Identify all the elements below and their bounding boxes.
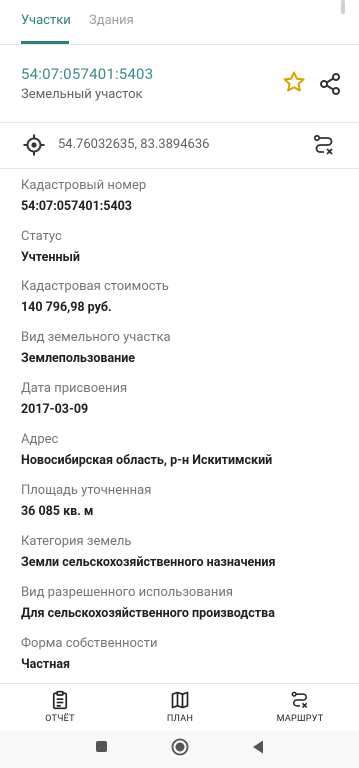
field-label: Статус [21,229,62,244]
route-label: МАРШРУТ [276,714,324,724]
route-nav-button[interactable]: МАРШРУТ [255,690,345,724]
favorite-button[interactable] [282,70,306,94]
field-value: 36 085 кв. м [21,504,94,519]
report-label: ОТЧЁТ [45,714,75,724]
home-icon[interactable] [171,738,189,756]
locate-button[interactable] [22,133,46,157]
field-label: Форма собственности [21,636,158,651]
coordinates-text[interactable]: 54.76032635, 83.3894636 [58,137,209,152]
report-button[interactable]: ОТЧЁТ [15,690,105,724]
field-value: 54:07:057401:5403 [21,199,132,214]
star-icon [283,71,305,92]
field-value: 2017-03-09 [21,402,89,417]
field-ownership: Форма собственности Частная [21,635,157,673]
field-land-category: Категория земель Земли сельскохозяйствен… [21,533,275,571]
tab-bar: Участки Здания [0,0,359,45]
system-navigation-bar [0,731,359,768]
field-label: Вид разрешенного использования [21,585,233,600]
recent-apps-icon[interactable] [96,741,107,752]
route-icon [291,691,308,709]
field-value: Новосибирская область, р-н Искитимский [21,453,273,468]
field-label: Кадастровый номер [21,178,147,193]
field-cadastral-value: Кадастровая стоимость 140 796,98 руб. [21,278,169,316]
report-icon [52,690,68,710]
field-value: Частная [21,657,71,672]
bottom-action-bar: ОТЧЁТ ПЛАН МАРШРУТ [0,683,359,732]
field-land-type: Вид земельного участка Землепользование [21,329,171,367]
field-label: Площадь уточненная [21,483,152,498]
field-label: Вид земельного участка [21,330,171,345]
field-value: Учтенный [21,250,80,265]
parcel-header: 54:07:057401:5403 Земельный участок [0,44,359,122]
back-icon[interactable] [250,739,266,755]
field-address: Адрес Новосибирская область, р-н Искитим… [21,431,272,469]
route-icon [313,134,333,155]
tab-parcels[interactable]: Участки [21,13,71,28]
field-label: Дата присвоения [21,381,128,396]
field-label: Кадастровая стоимость [21,279,169,294]
field-value: Земли сельскохозяйственного назначения [21,555,276,570]
field-value: Землепользование [21,351,136,366]
scrollbar-thumb[interactable] [341,0,345,14]
share-button[interactable] [318,72,342,96]
crosshair-target-icon [23,134,45,156]
parcel-type: Земельный участок [21,87,143,102]
parcel-cadastral-number: 54:07:057401:5403 [21,65,154,83]
map-icon [171,691,189,709]
plan-label: ПЛАН [166,714,194,724]
field-status: Статус Учтенный [21,228,80,266]
field-assign-date: Дата присвоения 2017-03-09 [21,380,127,418]
field-cadastral-number: Кадастровый номер 54:07:057401:5403 [21,177,146,215]
field-value: 140 796,98 руб. [21,300,112,315]
field-permitted-use: Вид разрешенного использования Для сельс… [21,584,275,622]
route-button[interactable] [312,133,336,157]
field-area: Площадь уточненная 36 085 кв. м [21,482,151,520]
field-value: Для сельскохозяйственного производства [21,606,275,621]
field-label: Адрес [21,432,59,447]
field-label: Категория земель [21,534,132,549]
coordinates-bar: 54.76032635, 83.3894636 [0,122,359,169]
share-icon [320,73,340,95]
tab-buildings[interactable]: Здания [89,13,134,28]
plan-button[interactable]: ПЛАН [135,690,225,724]
